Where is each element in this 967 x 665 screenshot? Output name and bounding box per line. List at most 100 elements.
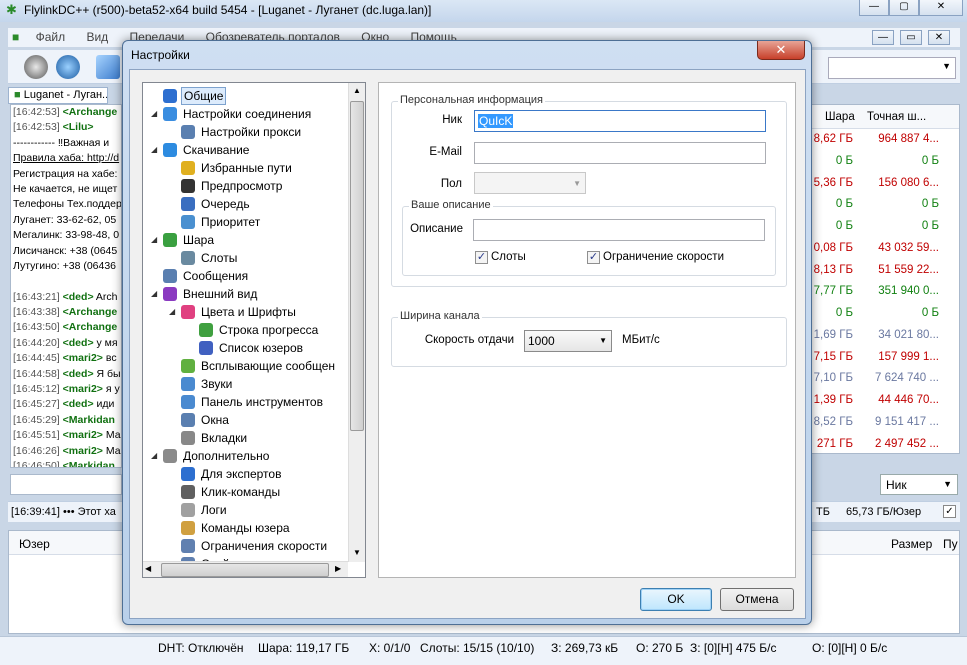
- user-row[interactable]: 0 Б 0 Б: [811, 194, 959, 216]
- email-input[interactable]: [474, 142, 766, 164]
- speed-limit-checkbox[interactable]: ✓: [587, 251, 600, 264]
- tree-item-2[interactable]: Настройки прокси: [143, 123, 348, 141]
- tree-item-15[interactable]: Всплывающие сообщен: [143, 357, 348, 375]
- tree-item-10[interactable]: Сообщения: [143, 267, 348, 285]
- user-row[interactable]: 7,77 ГБ 351 940 0...: [811, 281, 959, 303]
- chat-nick[interactable]: <Archange: [63, 106, 118, 118]
- tree-vertical-scrollbar[interactable]: ▲ ▼: [348, 83, 365, 562]
- minimize-button[interactable]: —: [859, 0, 889, 16]
- chat-nick[interactable]: <Lilu>: [63, 121, 94, 133]
- mdi-minimize-button[interactable]: —: [872, 30, 894, 45]
- settings-tool-icon[interactable]: [96, 55, 120, 79]
- mdi-restore-button[interactable]: ▭: [900, 30, 922, 45]
- tree-item-9[interactable]: Слоты: [143, 249, 348, 267]
- tree-item-6[interactable]: Очередь: [143, 195, 348, 213]
- chat-nick[interactable]: <mari2>: [63, 383, 103, 395]
- hub-tab[interactable]: ■ Luganet - Луган...: [8, 87, 108, 104]
- expand-arrow-icon[interactable]: ◢: [151, 105, 161, 123]
- upload-speed-select[interactable]: 1000 ▼: [524, 330, 612, 352]
- user-row[interactable]: 8,52 ГБ 9 151 417 ...: [811, 412, 959, 434]
- chat-nick[interactable]: <ded>: [63, 368, 94, 380]
- user-row[interactable]: 7,15 ГБ 157 999 1...: [811, 347, 959, 369]
- tree-item-8[interactable]: ◢ Шара: [143, 231, 348, 249]
- tree-item-25[interactable]: Ограничения скорости: [143, 537, 348, 555]
- user-list[interactable]: Шара Точная ш... 8,62 ГБ 964 887 4... 0 Б0…: [810, 104, 960, 454]
- tree-item-21[interactable]: Для экспертов: [143, 465, 348, 483]
- user-row[interactable]: 8,62 ГБ 964 887 4...: [811, 129, 959, 151]
- tree-item-20[interactable]: ◢ Дополнительно: [143, 447, 348, 465]
- expand-arrow-icon[interactable]: ◢: [151, 231, 161, 249]
- scroll-up-icon[interactable]: ▲: [350, 83, 364, 99]
- column-size[interactable]: Размер: [891, 537, 932, 551]
- tree-item-1[interactable]: ◢ Настройки соединения: [143, 105, 348, 123]
- toolbar-search-combo[interactable]: ▼: [828, 57, 956, 79]
- chat-input[interactable]: [10, 474, 122, 495]
- tree-item-3[interactable]: ◢ Скачивание: [143, 141, 348, 159]
- tree-hscroll-thumb[interactable]: [161, 563, 329, 577]
- chat-nick[interactable]: <ded>: [63, 398, 94, 410]
- chat-nick[interactable]: <ded>: [63, 337, 94, 349]
- expand-arrow-icon[interactable]: ◢: [151, 141, 161, 159]
- reconnect-icon[interactable]: [24, 55, 48, 79]
- menu-view[interactable]: Вид: [77, 28, 117, 46]
- tree-item-19[interactable]: Вкладки: [143, 429, 348, 447]
- tree-item-17[interactable]: Панель инструментов: [143, 393, 348, 411]
- show-users-checkbox[interactable]: ✓: [943, 505, 956, 518]
- chat-nick[interactable]: <Markidan: [63, 414, 115, 426]
- tree-item-16[interactable]: Звуки: [143, 375, 348, 393]
- gender-select[interactable]: ▼: [474, 172, 586, 194]
- chat-nick[interactable]: <mari2>: [63, 445, 103, 457]
- nick-input[interactable]: QuIcK: [474, 110, 766, 132]
- expand-arrow-icon[interactable]: ◢: [151, 447, 161, 465]
- slots-checkbox[interactable]: ✓: [475, 251, 488, 264]
- tree-item-7[interactable]: Приоритет: [143, 213, 348, 231]
- close-window-button[interactable]: ✕: [919, 0, 963, 16]
- description-input[interactable]: [473, 219, 765, 241]
- tree-item-23[interactable]: Логи: [143, 501, 348, 519]
- expand-arrow-icon[interactable]: ◢: [169, 303, 179, 321]
- tree-item-13[interactable]: Строка прогресса: [143, 321, 348, 339]
- tree-item-11[interactable]: ◢ Внешний вид: [143, 285, 348, 303]
- chat-nick[interactable]: <Archange: [63, 321, 118, 333]
- scroll-down-icon[interactable]: ▼: [350, 545, 364, 561]
- chat-nick[interactable]: <Archange: [63, 306, 118, 318]
- tree-item-18[interactable]: Окна: [143, 411, 348, 429]
- user-row[interactable]: 271 ГБ 2 497 452 ...: [811, 434, 959, 454]
- scroll-right-icon[interactable]: ▶: [335, 564, 341, 573]
- tree-item-22[interactable]: Клик-команды: [143, 483, 348, 501]
- chat-nick[interactable]: <mari2>: [63, 352, 103, 364]
- settings-tree[interactable]: Общие ◢ Настройки соединения Настройки прок…: [142, 82, 366, 578]
- tree-scroll-thumb[interactable]: [350, 101, 364, 431]
- user-row[interactable]: 1,39 ГБ 44 446 70...: [811, 390, 959, 412]
- tree-item-0[interactable]: Общие: [143, 87, 348, 105]
- user-row[interactable]: 8,13 ГБ 51 559 22...: [811, 260, 959, 282]
- maximize-button[interactable]: ▢: [889, 0, 919, 16]
- user-row[interactable]: 5,36 ГБ 156 080 6...: [811, 173, 959, 195]
- tree-item-4[interactable]: Избранные пути: [143, 159, 348, 177]
- expand-arrow-icon[interactable]: ◢: [151, 285, 161, 303]
- cancel-button[interactable]: Отмена: [720, 588, 794, 611]
- column-user[interactable]: Юзер: [19, 537, 50, 551]
- chat-log[interactable]: [16:42:53] <Archange [16:42:53] <Lilu> ---…: [10, 104, 122, 468]
- column-share[interactable]: Шара: [825, 111, 855, 123]
- tree-item-24[interactable]: Команды юзера: [143, 519, 348, 537]
- chat-nick[interactable]: <Markidan: [63, 460, 115, 467]
- scroll-left-icon[interactable]: ◀: [145, 564, 151, 573]
- user-row[interactable]: 0 Б 0 Б: [811, 151, 959, 173]
- tree-item-5[interactable]: Предпросмотр: [143, 177, 348, 195]
- user-row[interactable]: 0 Б 0 Б: [811, 216, 959, 238]
- menu-file[interactable]: Файл: [27, 28, 75, 46]
- dialog-close-button[interactable]: ✕: [757, 41, 805, 60]
- user-row[interactable]: 0 Б 0 Б: [811, 303, 959, 325]
- search-field-select[interactable]: Ник ▼: [880, 474, 958, 495]
- user-row[interactable]: 7,10 ГБ 7 624 740 ...: [811, 368, 959, 390]
- tree-horizontal-scrollbar[interactable]: ◀ ▶: [143, 561, 348, 577]
- user-row[interactable]: 1,69 ГБ 34 021 80...: [811, 325, 959, 347]
- user-row[interactable]: 0,08 ГБ 43 032 59...: [811, 238, 959, 260]
- tree-item-14[interactable]: Список юзеров: [143, 339, 348, 357]
- column-path[interactable]: Пу: [943, 537, 958, 551]
- hub-icon[interactable]: [56, 55, 80, 79]
- chat-nick[interactable]: <ded>: [63, 291, 94, 303]
- ok-button[interactable]: OK: [640, 588, 712, 611]
- tree-item-12[interactable]: ◢ Цвета и Шрифты: [143, 303, 348, 321]
